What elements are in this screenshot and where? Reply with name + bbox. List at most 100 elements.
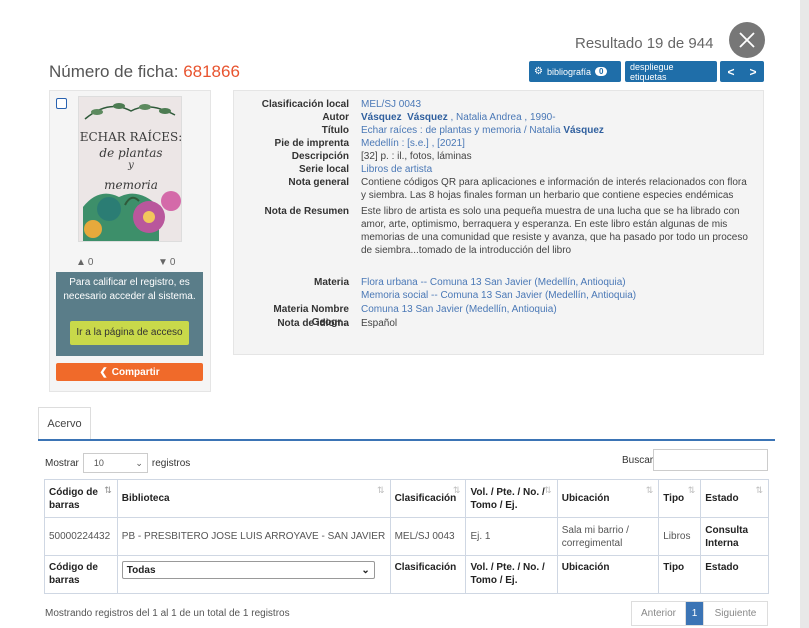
field-label: Nota general (288, 177, 349, 188)
labels-button[interactable]: despliegue etiquetas (625, 61, 717, 82)
field-label: Nota de idioma (277, 318, 349, 329)
cell-location: Sala mi barrio / corregimental (556, 517, 660, 556)
sort-icon: ⇅ (544, 485, 552, 495)
field-nota-resumen: Nota de Resumen Este libro de artista es… (234, 205, 751, 257)
footer-location: Ubicación (556, 555, 660, 594)
like-button[interactable]: ▲ 0 (76, 257, 93, 268)
pagination-previous[interactable]: Anterior (632, 602, 686, 625)
title-link[interactable]: Echar raíces : de plantas y memoria / Na… (361, 124, 751, 137)
search-input[interactable] (653, 449, 768, 471)
cover-title-line4: memoria (104, 178, 158, 192)
materia-link-2[interactable]: Memoria social -- Comuna 13 San Javier (… (361, 289, 751, 302)
author-surname1: Vásquez (361, 112, 402, 123)
field-label: Materia (313, 277, 349, 288)
cell-barcode: 50000224432 (44, 517, 118, 556)
select-record-checkbox[interactable] (56, 98, 67, 109)
col-label: Vol. / Pte. / No. / Tomo / Ej. (470, 486, 545, 511)
sort-icon: ⇅ (377, 485, 385, 495)
field-label: Clasificación local (261, 99, 349, 110)
next-record-button[interactable]: > (749, 65, 756, 79)
book-cover-image: ECHAR RAÍCES: de plantas y memoria (78, 96, 182, 242)
login-notice: Para calificar el registro, es necesario… (56, 272, 203, 356)
page-scrollbar[interactable] (800, 0, 809, 628)
col-label: Clasificación (394, 493, 457, 504)
close-button[interactable] (729, 22, 765, 58)
col-header-classification[interactable]: Clasificación ⇅ (389, 479, 467, 518)
page-length-value: 10 (93, 458, 104, 468)
footer-barcode: Código de barras (44, 555, 118, 594)
col-label: Ubicación (561, 493, 610, 504)
chevron-down-icon: ⌄ (361, 564, 370, 576)
prev-record-button[interactable]: < (727, 65, 734, 79)
col-header-type[interactable]: Tipo ⇅ (658, 479, 702, 518)
pagination-next[interactable]: Siguiente (703, 602, 767, 625)
record-details: Clasificación local MEL/SJ 0043 Autor Vá… (233, 90, 764, 355)
field-label: Descripción (291, 151, 349, 162)
field-label: Autor (322, 112, 349, 123)
field-pie: Pie de imprenta Medellín : [s.e.] , [202… (234, 137, 751, 150)
col-header-barcode[interactable]: Código de barras ⇅ (44, 479, 118, 518)
field-value-link[interactable]: Libros de artista (361, 163, 751, 176)
table-info: Mostrando registros del 1 al 1 de un tot… (45, 608, 290, 619)
login-message: Para calificar el registro, es necesario… (63, 277, 196, 302)
tab-underline (38, 439, 775, 441)
col-header-status[interactable]: Estado ⇅ (700, 479, 769, 518)
field-titulo: Título Echar raíces : de plantas y memor… (234, 124, 751, 137)
library-filter-select[interactable]: Todas ⌄ (121, 561, 375, 579)
thumbs-down-icon: ▼ (158, 257, 168, 268)
cell-status: Consulta Interna (700, 517, 769, 556)
dislike-count: 0 (169, 257, 176, 268)
table-footer-row: Código de barras Todas ⌄ Clasificación V… (44, 555, 769, 594)
sort-icon: ⇅ (645, 485, 654, 495)
page-length-select[interactable]: 10 ⌄ (82, 453, 148, 473)
cell-type: Libros (658, 517, 702, 556)
field-label: Título (321, 125, 349, 136)
share-button[interactable]: ❮ Compartir (56, 363, 203, 381)
author-link[interactable]: Vásquez Vásquez , Natalia Andrea , 1990- (361, 111, 751, 124)
field-nota-general: Nota general Contiene códigos QR para ap… (234, 176, 751, 202)
page-title: Número de ficha: 681866 (49, 62, 240, 82)
bibliography-button[interactable]: ⚙ bibliografía 0 (529, 61, 621, 82)
table-header-row: Código de barras ⇅ Biblioteca ⇅ Clasificac… (44, 479, 769, 518)
thumbs-up-icon: ▲ (76, 257, 86, 268)
sort-icon: ⇅ (755, 485, 763, 495)
bibliography-label: bibliografía (546, 66, 591, 77)
col-header-location[interactable]: Ubicación ⇅ (556, 479, 660, 518)
col-label: Código de barras (49, 486, 98, 511)
col-header-library[interactable]: Biblioteca ⇅ (116, 479, 391, 518)
footer-classification: Clasificación (389, 555, 467, 594)
author-surname2: Vásquez (407, 112, 448, 123)
pagination-page-1[interactable]: 1 (686, 602, 703, 625)
cell-vol: Ej. 1 (465, 517, 558, 556)
field-value-link[interactable]: MEL/SJ 0043 (361, 98, 751, 111)
footer-library: Todas ⌄ (116, 555, 391, 594)
cover-title-line3: y (128, 160, 134, 171)
field-autor: Autor Vásquez Vásquez , Natalia Andrea ,… (234, 111, 751, 124)
col-label: Estado (705, 493, 739, 504)
author-rest: , Natalia Andrea , 1990- (450, 112, 556, 123)
field-value-link[interactable]: Medellín : [s.e.] , [2021] (361, 137, 751, 150)
title-text: Echar raíces : de plantas y memoria / Na… (361, 125, 561, 136)
bibliography-icon: ⚙ (534, 66, 543, 77)
pagination: Anterior 1 Siguiente (631, 601, 768, 626)
field-value: [32] p. : il., fotos, láminas (361, 151, 472, 162)
dislike-button[interactable]: ▼ 0 (158, 257, 175, 268)
record-modal: Resultado 19 de 944 Número de ficha: 681… (0, 0, 800, 628)
col-header-vol[interactable]: Vol. / Pte. / No. / Tomo / Ej. ⇅ (465, 479, 558, 518)
login-page-button[interactable]: Ir a la página de acceso (70, 321, 189, 345)
sort-icon: ⇅ (687, 485, 696, 495)
field-value: Español (361, 318, 398, 329)
field-value: Contiene códigos QR para aplicaciones e … (361, 177, 747, 201)
table-row: 50000224432 PB - PRESBITERO JOSE LUIS AR… (44, 517, 769, 556)
share-icon: ❮ (99, 366, 108, 378)
tab-acervo[interactable]: Acervo (38, 407, 91, 440)
record-nav: < > (720, 61, 764, 82)
field-label: Serie local (298, 164, 349, 175)
sort-asc-icon: ⇅ (104, 485, 112, 495)
field-idioma: Nota de idioma Español (234, 317, 751, 330)
show-label: Mostrar (45, 457, 79, 469)
records-label: registros (151, 457, 191, 469)
result-counter: Resultado 19 de 944 (575, 35, 714, 52)
footer-status: Estado (700, 555, 769, 594)
materia-link-1[interactable]: Flora urbana -- Comuna 13 San Javier (Me… (361, 276, 751, 289)
